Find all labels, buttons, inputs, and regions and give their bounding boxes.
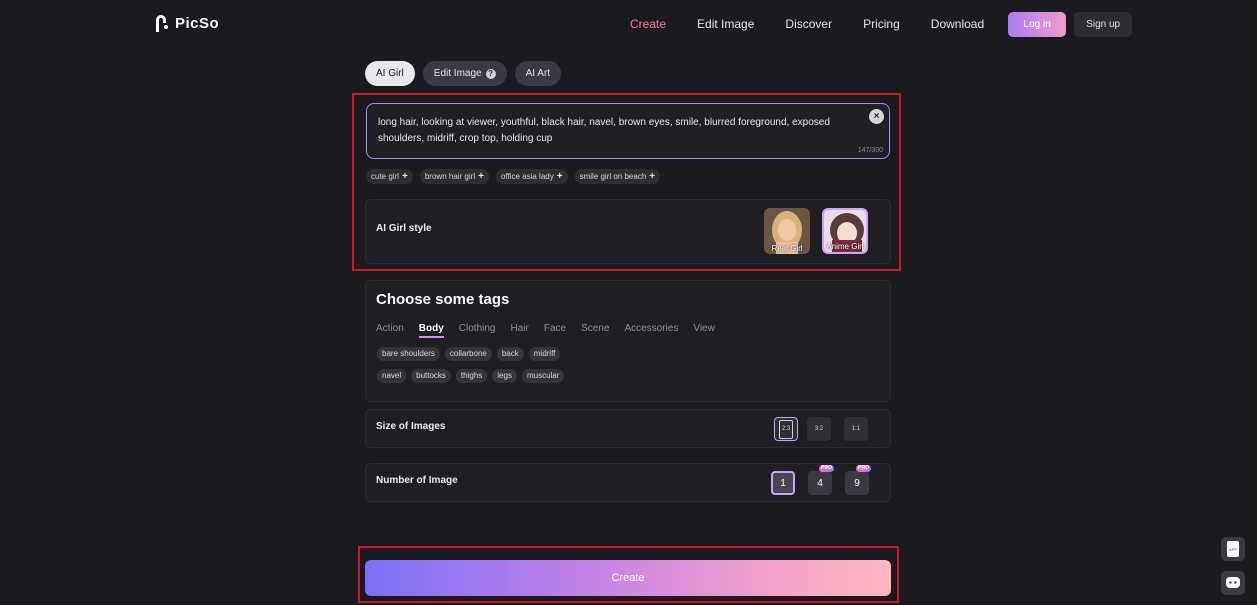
- style-option-anime-girl[interactable]: Anime Girl: [822, 208, 868, 254]
- tab-body[interactable]: Body: [418, 323, 444, 338]
- tab-clothing[interactable]: Clothing: [459, 323, 496, 338]
- anime-girl-caption: Anime Girl: [826, 242, 864, 251]
- plus-icon: +: [556, 171, 563, 182]
- tag-row-2: navel buttocks thighs legs muscular: [377, 369, 565, 383]
- suggestion-label: brown hair girl: [424, 172, 476, 181]
- chat-icon: [1226, 577, 1240, 588]
- ratio-2-3-label: 2:3: [779, 419, 793, 439]
- tab-ai-girl[interactable]: AI Girl: [365, 61, 415, 86]
- clear-prompt-icon[interactable]: ×: [869, 109, 884, 124]
- suggestion-chip[interactable]: smile girl on beach +: [574, 169, 661, 184]
- ratio-1-1-button[interactable]: 1:1: [844, 417, 868, 441]
- ratio-2-3-button[interactable]: 2:3: [774, 417, 798, 441]
- help-icon[interactable]: ?: [485, 68, 496, 79]
- app-download-button[interactable]: APP: [1221, 537, 1245, 561]
- app-download-icon: APP: [1227, 541, 1239, 557]
- count-9-label: 9: [854, 477, 860, 489]
- tab-hair[interactable]: Hair: [511, 323, 529, 338]
- tab-ai-art-label: AI Art: [525, 68, 551, 79]
- tab-scene[interactable]: Scene: [581, 323, 609, 338]
- suggestion-chip[interactable]: office asia lady +: [495, 169, 568, 184]
- suggestion-chip[interactable]: brown hair girl +: [419, 169, 489, 184]
- tag-category-tabs: Action Body Clothing Hair Face Scene Acc…: [376, 323, 730, 338]
- style-option-real-girl[interactable]: Real Girl: [764, 208, 810, 254]
- create-button[interactable]: Create: [365, 560, 891, 596]
- tag-chip[interactable]: muscular: [521, 369, 565, 383]
- tab-face[interactable]: Face: [544, 323, 566, 338]
- brand-logo[interactable]: PicSo: [153, 13, 219, 33]
- count-1-label: 1: [780, 477, 786, 489]
- suggestion-chip[interactable]: cute girl +: [366, 169, 413, 184]
- ratio-1-1-label: 1:1: [851, 426, 861, 432]
- tag-chip[interactable]: buttocks: [411, 369, 451, 383]
- nav-create-link[interactable]: Create: [630, 11, 666, 37]
- count-4-button[interactable]: 4 PRO: [808, 465, 834, 495]
- mode-tabs: AI Girl Edit Image ? AI Art: [365, 61, 562, 86]
- chat-button[interactable]: [1221, 571, 1245, 595]
- prompt-suggestions: cute girl + brown hair girl + office asia …: [366, 169, 661, 184]
- plus-icon: +: [478, 171, 484, 182]
- picso-logo-icon: [156, 15, 168, 32]
- style-label: AI Girl style: [376, 223, 432, 234]
- nav-edit-image-link[interactable]: Edit Image: [697, 11, 754, 37]
- tag-chip[interactable]: collarbone: [444, 347, 492, 361]
- nav-pricing-link[interactable]: Pricing: [863, 11, 900, 37]
- count-9-button[interactable]: 9 PRO: [845, 465, 871, 495]
- prompt-textarea[interactable]: long hair, looking at viewer, youthful, …: [366, 103, 890, 159]
- tag-chip[interactable]: thighs: [455, 369, 488, 383]
- app-icon-label: APP: [1229, 547, 1237, 552]
- tag-chip[interactable]: midriff: [528, 347, 561, 361]
- real-girl-caption: Real Girl: [771, 244, 803, 253]
- plus-icon: +: [402, 171, 408, 182]
- tab-ai-art[interactable]: AI Art: [514, 61, 562, 86]
- char-count: 147/300: [857, 147, 883, 154]
- tab-view[interactable]: View: [693, 323, 715, 338]
- ratio-3-2-label: 3:2: [814, 426, 824, 432]
- prompt-text: long hair, looking at viewer, youthful, …: [378, 117, 830, 144]
- brand-name: PicSo: [175, 14, 220, 32]
- tab-accessories[interactable]: Accessories: [624, 323, 678, 338]
- count-1-button[interactable]: 1: [771, 471, 795, 495]
- tab-edit-image[interactable]: Edit Image ?: [422, 61, 507, 86]
- tab-edit-image-label: Edit Image: [433, 68, 482, 79]
- suggestion-label: smile girl on beach: [579, 172, 647, 181]
- tag-chip[interactable]: legs: [492, 369, 517, 383]
- pro-badge: PRO: [856, 465, 871, 472]
- number-card: Number of Image 1 4 PRO 9 PRO: [365, 463, 891, 502]
- top-nav: Create Edit Image Discover Pricing Downl…: [630, 11, 1133, 37]
- number-label: Number of Image: [376, 475, 458, 486]
- signup-button[interactable]: Sign up: [1074, 11, 1133, 37]
- tag-row-1: bare shoulders collarbone back midriff: [377, 347, 561, 361]
- tags-card: Choose some tags Action Body Clothing Ha…: [365, 280, 891, 402]
- plus-icon: +: [649, 171, 656, 182]
- login-button[interactable]: Log in: [1008, 11, 1067, 37]
- nav-discover-link[interactable]: Discover: [785, 11, 832, 37]
- tab-ai-girl-label: AI Girl: [376, 68, 404, 79]
- tab-action[interactable]: Action: [376, 323, 404, 338]
- tag-chip[interactable]: navel: [377, 369, 407, 383]
- tag-chip[interactable]: back: [496, 347, 524, 361]
- nav-download-link[interactable]: Download: [931, 11, 984, 37]
- pro-badge: PRO: [819, 465, 834, 472]
- size-label: Size of Images: [376, 421, 446, 432]
- count-4-label: 4: [817, 477, 823, 489]
- ratio-3-2-button[interactable]: 3:2: [807, 417, 831, 441]
- style-card: AI Girl style Real Girl Anime Girl: [365, 199, 891, 264]
- size-card: Size of Images 2:3 3:2 1:1: [365, 409, 891, 448]
- tag-chip[interactable]: bare shoulders: [377, 347, 440, 361]
- suggestion-label: cute girl: [371, 172, 400, 181]
- tags-title: Choose some tags: [376, 291, 510, 308]
- suggestion-label: office asia lady: [500, 172, 554, 181]
